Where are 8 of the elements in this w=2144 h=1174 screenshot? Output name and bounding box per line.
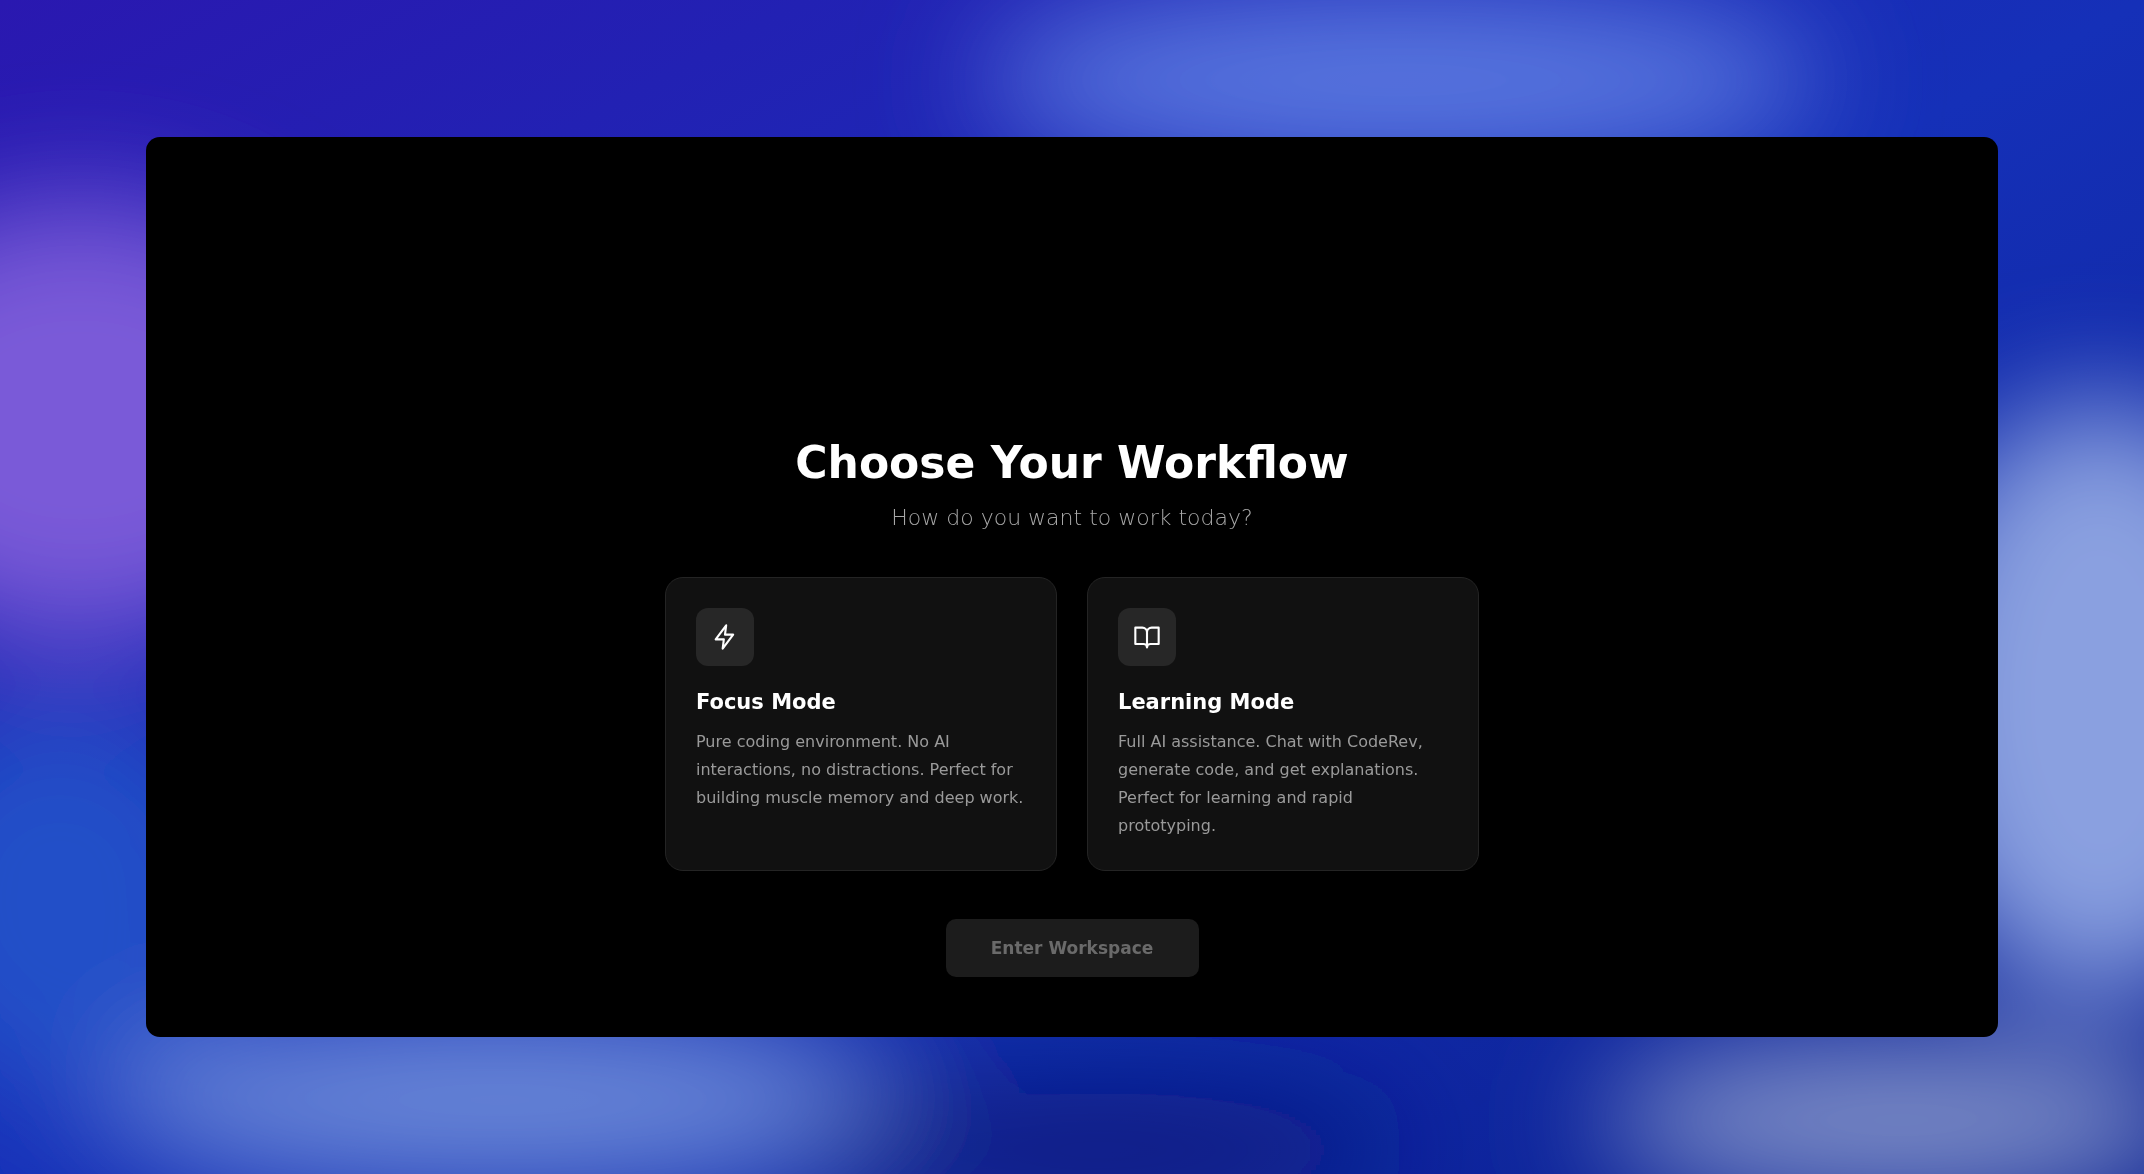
mode-card[interactable]: Focus Mode Pure coding environment. No AI interactions, no distractions. Perfect for building muscle memory and deep work. (665, 577, 1057, 871)
card-description: Pure coding environment. No AI interactions, no distractions. Perfect for building muscle memory and deep work. (696, 731, 1025, 809)
page-title: Choose Your Workflow (795, 437, 1349, 489)
card-title: Learning Mode (1118, 689, 1296, 716)
mode-card[interactable]: Learning Mode Full AI assistance. Chat with CodeRev, generate code, and get explanations. Perfect for learning and rapid prototyping. (1087, 577, 1479, 871)
card-title: Focus Mode (696, 689, 837, 716)
card-description: Full AI assistance. Chat with CodeRev, generate code, and get explanations. Perfect for learning and rapid prototyping. (1118, 731, 1424, 837)
subtitle: How do you want to work today? (891, 504, 1253, 532)
